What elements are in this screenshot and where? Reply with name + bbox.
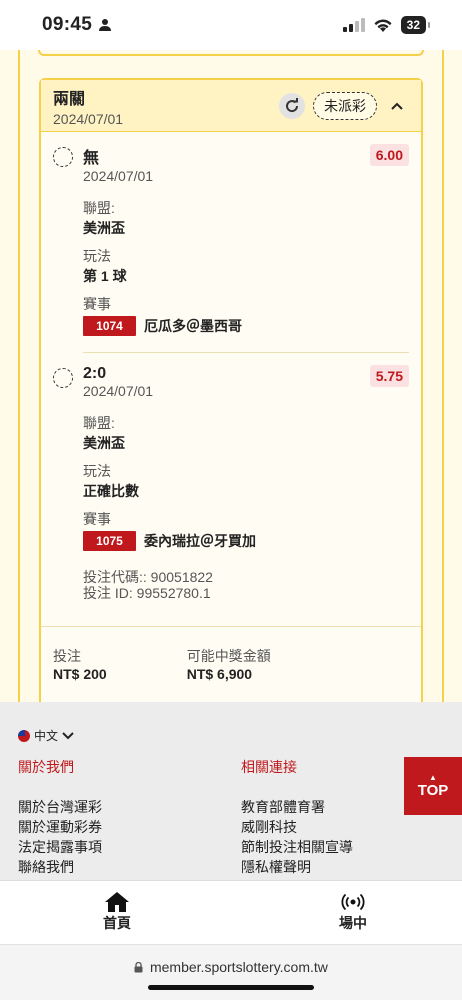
person-icon [99, 19, 112, 31]
pending-icon [53, 368, 73, 388]
bet-date: 2024/07/01 [83, 383, 154, 399]
language-label: 中文 [34, 729, 59, 743]
home-icon [105, 892, 129, 912]
chevron-down-icon [62, 731, 74, 739]
url-text: member.sportslottery.com.tw [149, 959, 328, 975]
lock-icon [134, 961, 143, 973]
card-title: 兩關 [53, 90, 86, 108]
arrow-up-icon: ▲ [429, 772, 437, 782]
collapse-button[interactable] [385, 94, 409, 118]
odds-badge: 6.00 [369, 144, 409, 166]
language-selector[interactable]: 中文 [18, 727, 74, 744]
game-name: 厄瓜多＠墨西哥 [144, 318, 242, 334]
payout-label: 可能中獎金額 [186, 648, 271, 664]
game-number: 1074 [83, 316, 136, 336]
game-name: 委內瑞拉＠牙買加 [144, 533, 256, 549]
nav-home[interactable]: 首頁 [103, 891, 131, 933]
taiwan-flag-icon [18, 729, 30, 742]
league-label: 聯盟: [83, 200, 115, 216]
browser-url-bar[interactable]: member.sportslottery.com.tw [0, 944, 462, 1000]
battery-icon: 32 [400, 16, 431, 34]
play-value: 正確比數 [83, 483, 139, 499]
stake-label: 投注 [53, 648, 81, 664]
nav-home-label: 首頁 [103, 915, 131, 931]
footer-link[interactable]: 關於運動彩券 [18, 817, 102, 837]
bet-codes: 投注代碼:: 90051822 投注 ID: 99552780.1 [83, 569, 421, 601]
footer-link[interactable]: 聯絡我們 [18, 857, 102, 877]
bet-selection: 無 [83, 150, 100, 167]
play-label: 玩法 [83, 463, 111, 479]
signal-icon [342, 18, 365, 32]
bet-leg: 無 2024/07/01 6.00 聯盟: 美洲盃 玩法 第 1 球 賽事 10… [41, 132, 421, 353]
footer-link[interactable]: 節制投注相關宣導 [241, 837, 353, 857]
footer-links: 相關連接 教育部體育署 威剛科技 節制投注相關宣導 隱私權聲明 [241, 757, 353, 877]
previous-card-edge [38, 50, 424, 56]
wifi-icon [374, 19, 392, 32]
refresh-button[interactable] [279, 92, 305, 119]
play-value: 第 1 球 [83, 268, 127, 284]
nav-live[interactable]: 場中 [339, 891, 367, 933]
chevron-up-icon [391, 102, 403, 110]
footer-about: 關於我們 關於台灣運彩 關於運動彩券 法定揭露事項 聯絡我們 [18, 757, 102, 877]
footer-link[interactable]: 威剛科技 [241, 817, 353, 837]
payout-value: NT$ 6,900 [186, 666, 253, 682]
odds-badge: 5.75 [369, 365, 409, 387]
league-label: 聯盟: [83, 415, 115, 431]
event-label: 賽事 [83, 296, 111, 312]
back-to-top-button[interactable]: ▲ TOP [404, 757, 462, 815]
footer-link[interactable]: 教育部體育署 [241, 797, 353, 817]
pending-icon [53, 147, 73, 167]
bet-date: 2024/07/01 [83, 168, 154, 184]
game-number: 1075 [83, 531, 136, 551]
bet-code: 投注代碼:: 90051822 [83, 569, 213, 585]
bet-slip-card: 兩關 2024/07/01 未派彩 無 2024/07/01 6.00 聯盟: … [39, 78, 423, 702]
bet-id: 投注 ID: 99552780.1 [83, 585, 211, 601]
top-label: TOP [417, 781, 449, 799]
card-date: 2024/07/01 [53, 110, 124, 127]
bet-summary: 投注 NT$ 200 可能中獎金額 NT$ 6,900 [53, 646, 271, 682]
footer-link[interactable]: 法定揭露事項 [18, 837, 102, 857]
stake-value: NT$ 200 [53, 666, 107, 682]
divider [41, 626, 421, 627]
links-heading: 相關連接 [241, 759, 297, 775]
footer-link[interactable]: 隱私權聲明 [241, 857, 353, 877]
clock: 09:45 [42, 14, 93, 35]
home-indicator[interactable] [148, 985, 314, 990]
broadcast-icon [341, 893, 365, 911]
card-header[interactable]: 兩關 2024/07/01 未派彩 [41, 80, 421, 132]
bet-list[interactable]: 兩關 2024/07/01 未派彩 無 2024/07/01 6.00 聯盟: … [0, 50, 462, 702]
bet-leg: 2:0 2024/07/01 5.75 聯盟: 美洲盃 玩法 正確比數 賽事 1… [41, 353, 421, 551]
play-label: 玩法 [83, 248, 111, 264]
league-value: 美洲盃 [83, 220, 125, 236]
about-heading: 關於我們 [18, 759, 74, 775]
bet-selection: 2:0 [83, 365, 107, 382]
status-bar: 09:45 32 [0, 0, 462, 50]
footer-link[interactable]: 關於台灣運彩 [18, 797, 102, 817]
nav-live-label: 場中 [339, 915, 367, 931]
status-badge: 未派彩 [313, 91, 377, 120]
event-label: 賽事 [83, 511, 111, 527]
site-footer: 中文 關於我們 關於台灣運彩 關於運動彩券 法定揭露事項 聯絡我們 相關連接 教… [0, 702, 462, 880]
bottom-navigation: 首頁 場中 [0, 880, 462, 944]
refresh-icon [286, 97, 299, 112]
league-value: 美洲盃 [83, 435, 125, 451]
